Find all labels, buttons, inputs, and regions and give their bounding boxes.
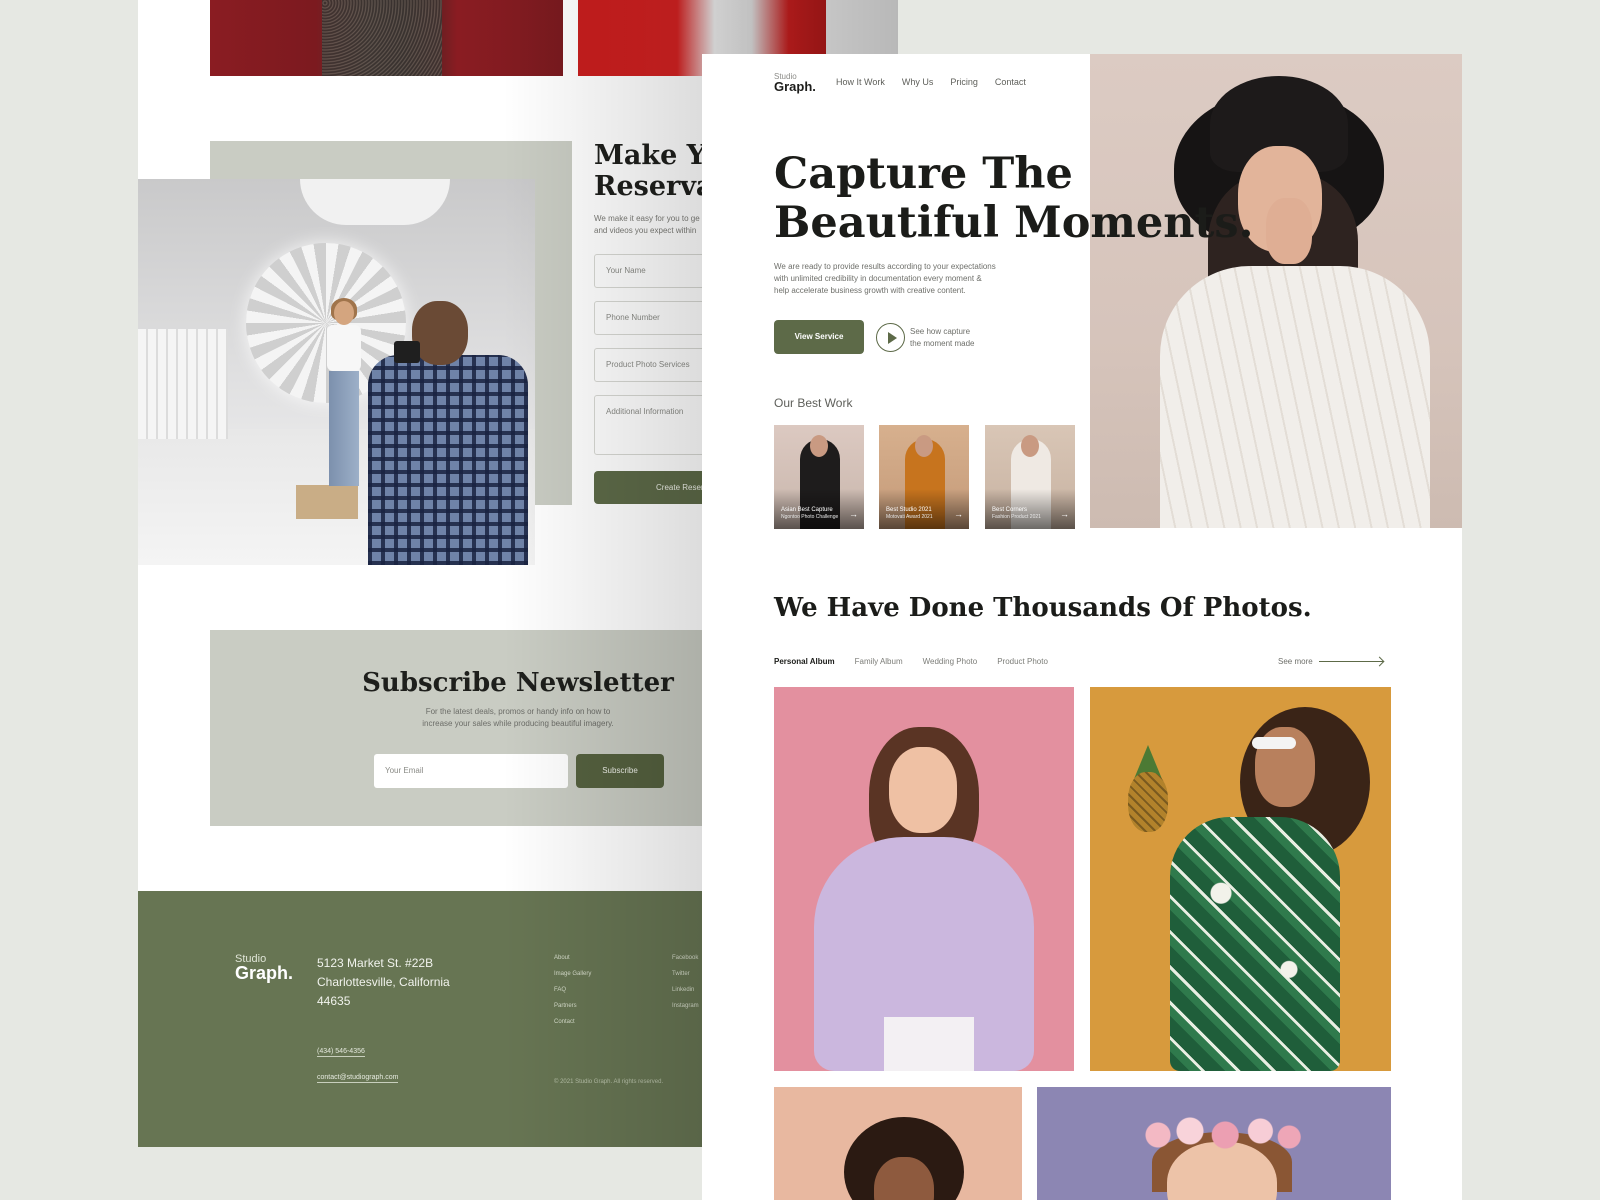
hero-photo [1090,54,1462,528]
footer-copyright: © 2021 Studio Graph. All rights reserved… [554,1079,664,1085]
footer-link-contact[interactable]: Contact [554,1019,591,1035]
subscribe-button[interactable]: Subscribe [576,754,664,788]
arrow-right-icon[interactable]: → [954,509,963,519]
social-link-twitter[interactable]: Twitter [672,971,699,987]
gallery-photo-curly-hair[interactable] [774,1087,1022,1200]
play-video-text[interactable]: See how capture the moment made [910,326,974,350]
card-subcaption: Fashion Product 2021 [992,514,1041,520]
arrow-right-icon[interactable]: → [849,509,858,519]
footer-link-about[interactable]: About [554,955,591,971]
see-more-link[interactable]: See more [1278,657,1313,666]
card-caption: Best Corners [992,507,1028,513]
tab-personal-album[interactable]: Personal Album [774,657,835,666]
nav-why-us[interactable]: Why Us [902,77,934,87]
nav-pricing[interactable]: Pricing [950,77,978,87]
gallery-photo-lilac-hoodie[interactable] [774,687,1074,1071]
gallery-tabs: Personal Album Family Album Wedding Phot… [774,657,1048,666]
tab-wedding-photo[interactable]: Wedding Photo [923,657,978,666]
card-caption: Asian Best Capture [781,507,833,513]
logo[interactable]: Graph. [774,79,816,94]
tab-product-photo[interactable]: Product Photo [997,657,1048,666]
nav-contact[interactable]: Contact [995,77,1026,87]
hero-title: Capture The Beautiful Moments. [774,149,1254,248]
email-input[interactable]: Your Email [374,754,568,788]
best-work-card[interactable]: Asian Best Capture Ngontoo Photo Challen… [774,425,864,529]
studio-photo [138,179,535,565]
arrow-right-icon[interactable]: → [1060,509,1069,519]
best-work-card[interactable]: Best Studio 2021 Motovati Award 2021 → [879,425,969,529]
footer-links: About Image Gallery FAQ Partners Contact [554,955,591,1035]
card-subcaption: Motovati Award 2021 [886,514,933,520]
gallery-photo-flower-crown[interactable] [1037,1087,1391,1200]
footer-address: 5123 Market St. #22B Charlottesville, Ca… [317,956,450,1008]
footer-link-faq[interactable]: FAQ [554,987,591,1003]
gallery-title: We Have Done Thousands Of Photos. [774,593,1312,623]
play-icon[interactable] [876,323,905,352]
card-subcaption: Ngontoo Photo Challenge [781,514,839,520]
footer-social: Facebook Twitter Linkedin Instagram [672,955,699,1019]
top-photo-dress [210,0,563,76]
footer-logo[interactable]: Graph. [235,963,293,984]
photographer-figure [350,301,535,565]
footer-email-link[interactable]: contact@studiograph.com [317,1074,399,1083]
nav-how-it-work[interactable]: How It Work [836,77,885,87]
view-service-button[interactable]: View Service [774,320,864,354]
hero-description: We are ready to provide results accordin… [774,262,996,295]
main-nav: How It Work Why Us Pricing Contact [836,77,1026,87]
best-work-card[interactable]: Best Corners Fashion Product 2021 → [985,425,1075,529]
long-arrow-right-icon[interactable] [1319,661,1383,662]
front-page: Studio Graph. How It Work Why Us Pricing… [702,54,1462,1200]
card-caption: Best Studio 2021 [886,507,932,513]
footer-phone-link[interactable]: (434) 546-4356 [317,1048,365,1057]
social-link-facebook[interactable]: Facebook [672,955,699,971]
footer-link-partners[interactable]: Partners [554,1003,591,1019]
tab-family-album[interactable]: Family Album [855,657,903,666]
social-link-instagram[interactable]: Instagram [672,1003,699,1019]
gallery-photo-pineapple[interactable] [1090,687,1391,1071]
clothes-rack [138,329,228,439]
footer-link-gallery[interactable]: Image Gallery [554,971,591,987]
social-link-linkedin[interactable]: Linkedin [672,987,699,1003]
best-work-title: Our Best Work [774,396,853,410]
